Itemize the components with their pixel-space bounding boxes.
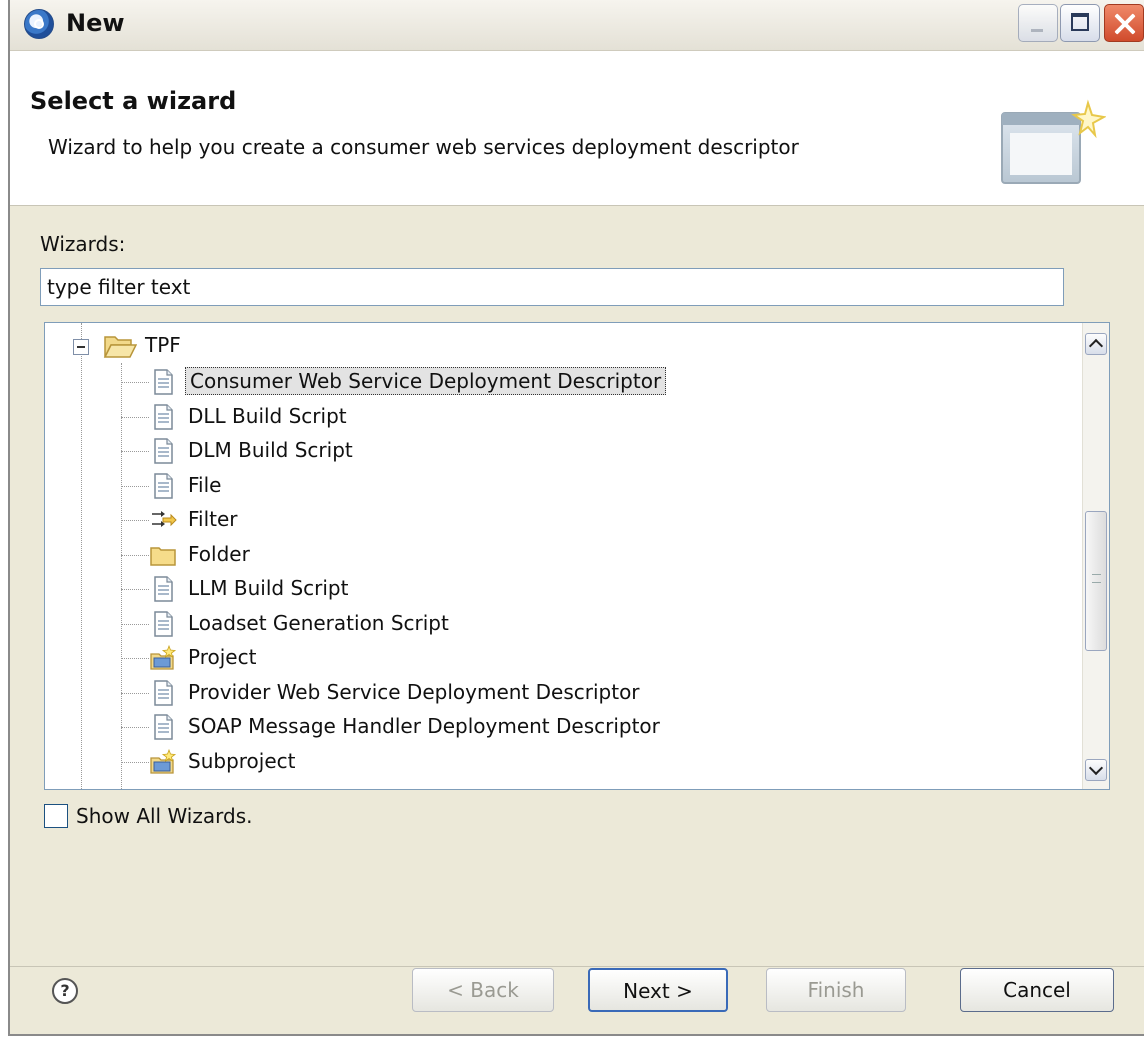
tree-connector — [121, 520, 149, 521]
finish-button[interactable]: Finish — [766, 968, 906, 1012]
tree-root-label: TPF — [145, 333, 181, 357]
tree-connector — [121, 623, 149, 625]
tree-item-label: Filter — [188, 507, 238, 531]
help-icon[interactable]: ? — [52, 978, 78, 1004]
collapse-toggle-icon[interactable] — [73, 339, 89, 355]
project-icon — [149, 748, 177, 776]
tree-connector — [121, 554, 149, 556]
tree-item[interactable]: Loadset Generation Script — [45, 607, 1085, 641]
cancel-button[interactable]: Cancel — [960, 968, 1114, 1012]
tree-connector — [121, 451, 149, 452]
tree-connector — [121, 761, 149, 763]
tree-item[interactable]: LLM Build Script — [45, 572, 1085, 606]
tree-connector — [121, 589, 149, 590]
document-icon — [149, 437, 177, 465]
next-button[interactable]: Next > — [588, 968, 728, 1012]
new-wizard-banner-icon — [1001, 99, 1106, 184]
tree-item-label: DLL Build Script — [188, 403, 347, 428]
maximize-button[interactable] — [1060, 4, 1100, 42]
document-icon — [149, 575, 177, 603]
tree-item-label: Project — [188, 645, 257, 669]
document-icon — [149, 472, 177, 500]
button-bar-separator — [10, 966, 1144, 967]
tree-item-label: Subproject — [188, 748, 296, 773]
document-icon — [149, 679, 177, 707]
tree-item[interactable]: Project — [45, 641, 1085, 675]
tree-item-label: LLM Build Script — [188, 576, 349, 600]
header-description: Wizard to help you create a consumer web… — [48, 135, 799, 159]
document-icon — [149, 610, 177, 638]
wizard-header: Select a wizard Wizard to help you creat… — [10, 51, 1144, 206]
eclipse-app-icon — [24, 9, 54, 39]
tree-item[interactable]: File — [45, 469, 1085, 503]
tree-item[interactable]: Provider Web Service Deployment Descript… — [45, 676, 1085, 710]
tree-root-tpf[interactable]: TPF — [45, 329, 1085, 363]
show-all-wizards-label[interactable]: Show All Wizards. — [76, 804, 252, 828]
wizard-tree[interactable]: TPF Consumer Web Service Deployment Desc… — [44, 322, 1110, 790]
document-icon — [149, 368, 177, 396]
filter-input[interactable] — [40, 268, 1064, 306]
document-icon — [149, 403, 177, 431]
project-icon — [149, 644, 177, 672]
folder-icon — [149, 541, 177, 569]
tree-item-label: Loadset Generation Script — [188, 610, 449, 635]
scroll-down-button[interactable] — [1085, 759, 1107, 781]
filter-icon — [149, 506, 177, 534]
scroll-thumb[interactable] — [1085, 511, 1107, 651]
scroll-up-button[interactable] — [1085, 333, 1107, 355]
tree-item-label: File — [188, 472, 222, 497]
tree-connector — [121, 658, 149, 659]
show-all-wizards-checkbox[interactable] — [44, 804, 68, 828]
open-folder-icon — [103, 336, 137, 358]
tree-item-label: DLM Build Script — [188, 438, 353, 462]
document-icon — [149, 713, 177, 741]
tree-item[interactable]: Consumer Web Service Deployment Descript… — [45, 365, 1085, 399]
minimize-button[interactable] — [1018, 4, 1058, 42]
tree-item-label: Consumer Web Service Deployment Descript… — [185, 367, 667, 395]
wizards-label: Wizards: — [40, 232, 126, 256]
tree-item-label: Provider Web Service Deployment Descript… — [188, 679, 640, 704]
header-title: Select a wizard — [30, 87, 237, 115]
new-wizard-dialog: New Select a wizard Wizard to help you c… — [8, 0, 1144, 1036]
back-button[interactable]: < Back — [412, 968, 554, 1012]
tree-connector — [121, 727, 149, 728]
tree-item-label: SOAP Message Handler Deployment Descript… — [188, 714, 660, 738]
title-bar[interactable]: New — [10, 0, 1144, 51]
tree-connector — [121, 485, 149, 487]
tree-item[interactable]: Filter — [45, 503, 1085, 537]
tree-connector — [121, 382, 149, 383]
close-button[interactable] — [1104, 4, 1144, 42]
tree-item[interactable]: DLL Build Script — [45, 400, 1085, 434]
tree-item[interactable]: SOAP Message Handler Deployment Descript… — [45, 710, 1085, 744]
tree-item-label: Folder — [188, 541, 250, 566]
tree-connector — [121, 416, 149, 418]
tree-item[interactable]: Subproject — [45, 745, 1085, 779]
tree-scrollbar[interactable] — [1082, 323, 1109, 789]
tree-connector — [121, 692, 149, 694]
tree-item[interactable]: Folder — [45, 538, 1085, 572]
window-title: New — [66, 9, 125, 37]
tree-item[interactable]: DLM Build Script — [45, 434, 1085, 468]
